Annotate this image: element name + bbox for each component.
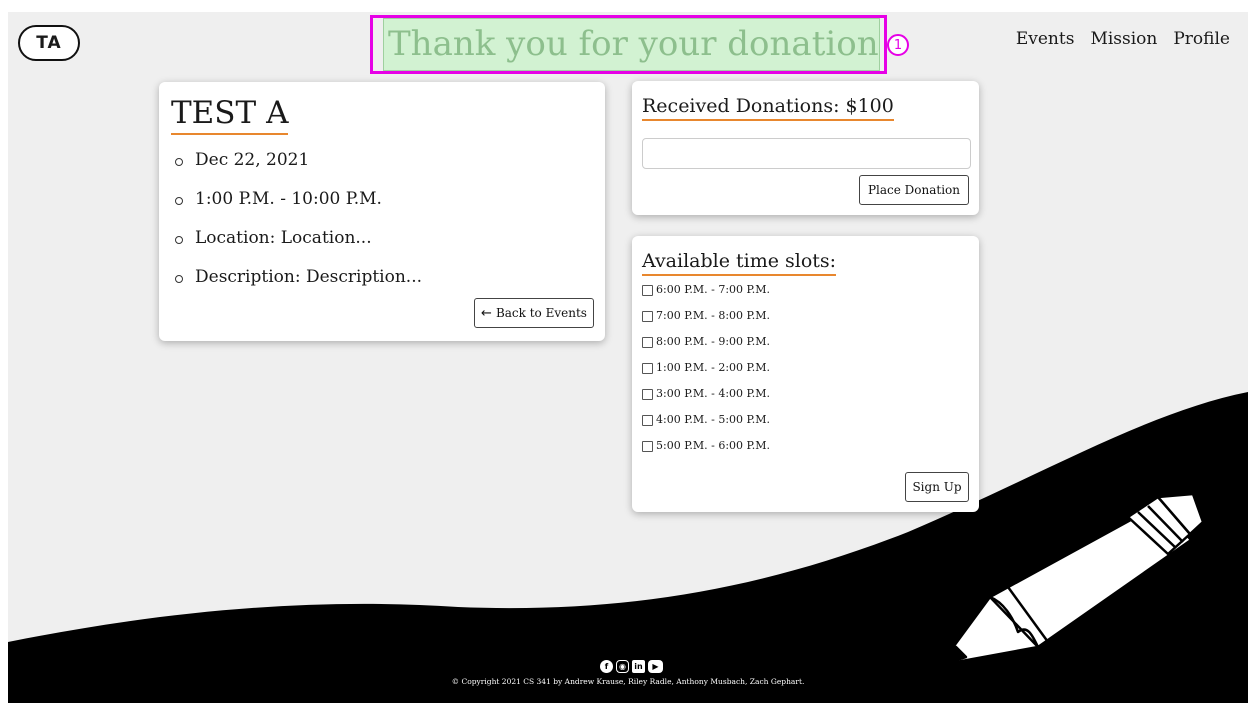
time-slot-checkbox[interactable] [642,311,653,322]
instagram-icon[interactable]: ◉ [616,660,629,673]
main-nav: Events Mission Profile [1016,29,1230,49]
bullet-icon [175,275,183,283]
time-slot-checkbox[interactable] [642,389,653,400]
donations-card: Received Donations: $100 Place Donation [632,81,979,215]
time-slot-item[interactable]: 7:00 P.M. - 8:00 P.M. [642,309,770,335]
site-logo[interactable]: TA [18,25,80,61]
event-title: TEST A [171,94,289,135]
black-wave [8,392,1248,703]
event-description-text: Description: Description... [195,267,423,287]
time-slot-checkbox[interactable] [642,337,653,348]
nav-events-link[interactable]: Events [1016,29,1075,49]
youtube-icon[interactable]: ▶ [648,660,663,673]
time-slot-item[interactable]: 6:00 P.M. - 7:00 P.M. [642,283,770,309]
time-slots-heading-text: Available time slots: [642,250,837,276]
event-description: Description: Description... [173,267,422,306]
event-details-list: Dec 22, 2021 1:00 P.M. - 10:00 P.M. Loca… [173,150,422,306]
bullet-icon [175,236,183,244]
time-slot-label: 8:00 P.M. - 9:00 P.M. [656,335,770,348]
time-slot-checkbox[interactable] [642,415,653,426]
place-donation-button[interactable]: Place Donation [859,175,969,205]
time-slot-item[interactable]: 8:00 P.M. - 9:00 P.M. [642,335,770,361]
donation-thank-you-banner: Thank you for your donation [383,18,880,71]
page: TA Thank you for your donation 1 Events … [8,12,1248,703]
time-slot-label: 7:00 P.M. - 8:00 P.M. [656,309,770,322]
copyright-text: © Copyright 2021 CS 341 by Andrew Krause… [451,677,805,686]
time-slot-list: 6:00 P.M. - 7:00 P.M. 7:00 P.M. - 8:00 P… [642,283,770,465]
arrow-left-icon: ← [481,305,492,321]
facebook-icon[interactable]: f [600,660,613,673]
time-slot-label: 3:00 P.M. - 4:00 P.M. [656,387,770,400]
time-slots-card: Available time slots: 6:00 P.M. - 7:00 P… [632,236,979,512]
back-to-events-label: Back to Events [495,306,587,320]
linkedin-icon[interactable]: in [632,660,645,673]
donations-heading: Received Donations: $100 [642,93,894,121]
sign-up-button[interactable]: Sign Up [905,472,969,502]
time-slot-label: 6:00 P.M. - 7:00 P.M. [656,283,770,296]
event-time-text: 1:00 P.M. - 10:00 P.M. [195,189,382,209]
time-slot-item[interactable]: 1:00 P.M. - 2:00 P.M. [642,361,770,387]
time-slot-label: 5:00 P.M. - 6:00 P.M. [656,439,770,452]
donation-amount-input[interactable] [642,138,971,169]
event-date-text: Dec 22, 2021 [195,150,310,170]
bullet-icon [175,197,183,205]
event-location: Location: Location... [173,228,422,267]
back-to-events-button[interactable]: ← Back to Events [474,298,594,328]
social-links: f ◉ in ▶ [600,660,663,673]
time-slot-item[interactable]: 5:00 P.M. - 6:00 P.M. [642,439,770,465]
time-slot-item[interactable]: 3:00 P.M. - 4:00 P.M. [642,387,770,413]
event-details-card: TEST A Dec 22, 2021 1:00 P.M. - 10:00 P.… [159,82,605,341]
time-slot-checkbox[interactable] [642,285,653,296]
time-slots-heading: Available time slots: [642,248,837,276]
nav-profile-link[interactable]: Profile [1173,29,1230,49]
time-slot-checkbox[interactable] [642,441,653,452]
time-slot-item[interactable]: 4:00 P.M. - 5:00 P.M. [642,413,770,439]
time-slot-label: 4:00 P.M. - 5:00 P.M. [656,413,770,426]
time-slot-label: 1:00 P.M. - 2:00 P.M. [656,361,770,374]
event-title-text: TEST A [171,95,289,135]
event-time: 1:00 P.M. - 10:00 P.M. [173,189,422,228]
bullet-icon [175,158,183,166]
annotation-badge: 1 [887,34,909,56]
nav-mission-link[interactable]: Mission [1090,29,1157,49]
time-slot-checkbox[interactable] [642,363,653,374]
donations-heading-text: Received Donations: $100 [642,95,894,121]
event-location-text: Location: Location... [195,228,372,248]
event-date: Dec 22, 2021 [173,150,422,189]
